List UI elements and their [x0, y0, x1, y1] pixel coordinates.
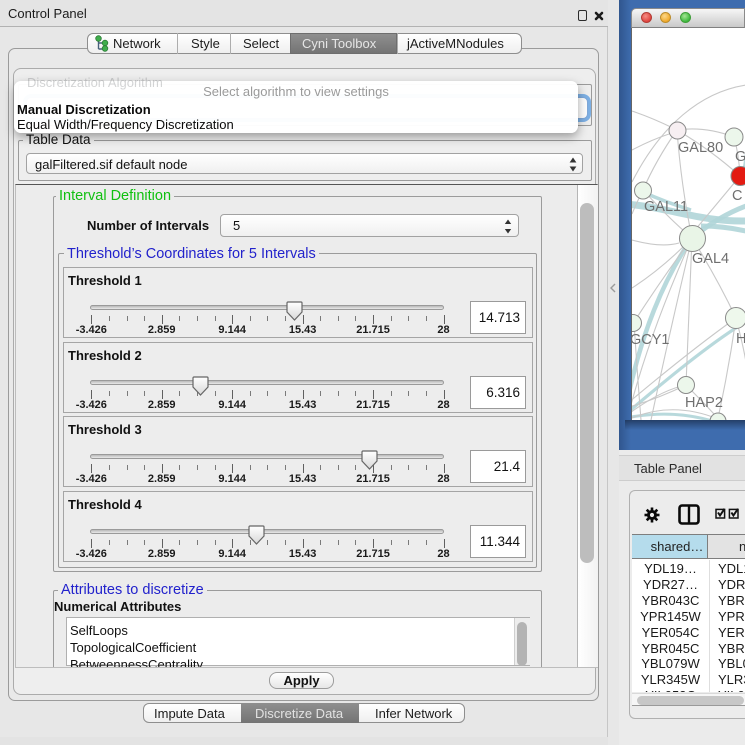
- svg-text:GA: GA: [735, 149, 745, 165]
- svg-text:GAL80: GAL80: [678, 140, 723, 156]
- svg-text:GAL11: GAL11: [644, 199, 688, 215]
- svg-text:C: C: [732, 188, 742, 204]
- svg-text:GAL4: GAL4: [692, 251, 729, 267]
- svg-text:GCY1: GCY1: [632, 332, 670, 348]
- svg-text:HAP2: HAP2: [685, 395, 723, 411]
- svg-text:H: H: [736, 331, 745, 347]
